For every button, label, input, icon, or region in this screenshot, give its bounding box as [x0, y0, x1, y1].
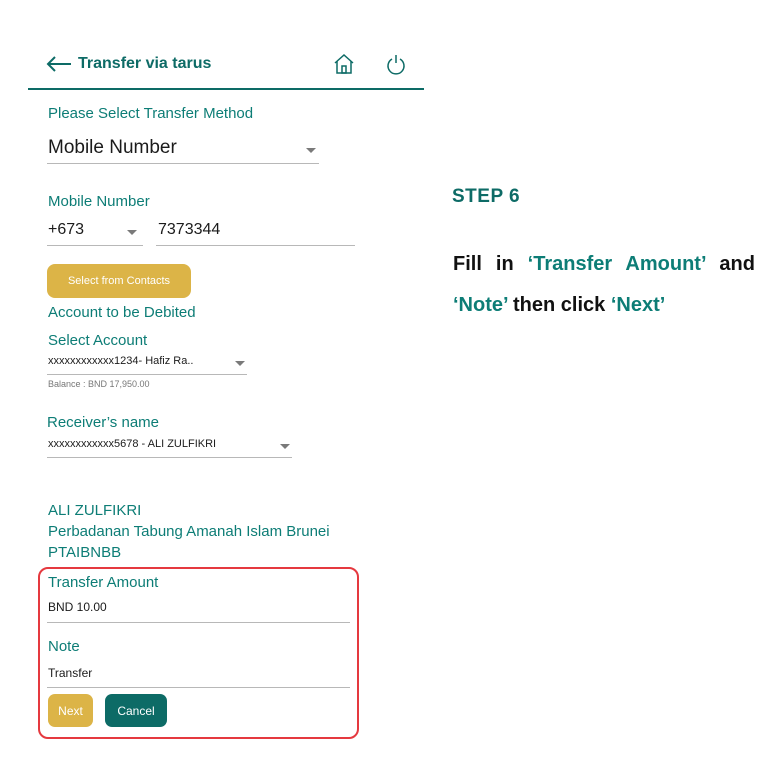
chevron-down-icon — [127, 230, 137, 235]
mobile-number-input[interactable]: 7373344 — [156, 218, 355, 246]
mobile-number-value: 7373344 — [158, 221, 221, 238]
receiver-info-code: PTAIBNBB — [48, 544, 122, 561]
back-arrow-icon[interactable] — [46, 56, 72, 72]
page-title: Transfer via tarus — [78, 55, 212, 72]
account-select[interactable]: xxxxxxxxxxxx1234- Hafiz Ra.. — [47, 352, 247, 375]
transfer-amount-value: BND 10.00 — [48, 600, 107, 614]
receiver-select[interactable]: xxxxxxxxxxxx5678 - ALI ZULFIKRI — [47, 435, 292, 458]
receiver-info-name: ALI ZULFIKRI — [48, 502, 142, 519]
country-code-select[interactable]: +673 — [47, 218, 143, 246]
chevron-down-icon — [235, 361, 245, 366]
step-highlight: ‘Note’ — [453, 294, 508, 316]
note-label: Note — [48, 638, 80, 655]
transfer-method-value: Mobile Number — [48, 137, 177, 158]
chevron-down-icon — [306, 148, 316, 153]
transfer-method-select[interactable]: Mobile Number — [47, 136, 319, 164]
next-button[interactable]: Next — [48, 694, 93, 727]
mobile-number-label: Mobile Number — [48, 193, 150, 210]
header-divider — [28, 88, 424, 90]
country-code-value: +673 — [48, 221, 85, 238]
step-text: then click — [507, 294, 611, 316]
transfer-method-label: Please Select Transfer Method — [48, 105, 254, 122]
step-text: Fill in — [453, 253, 528, 275]
account-balance: Balance : BND 17,950.00 — [48, 379, 150, 389]
select-from-contacts-button[interactable]: Select from Contacts — [47, 264, 191, 298]
receiver-name-label: Receiver’s name — [47, 414, 159, 431]
step-title: STEP 6 — [452, 186, 521, 207]
step-highlight: ‘Next’ — [610, 294, 666, 316]
receiver-info-bank: Perbadanan Tabung Amanah Islam Brunei — [48, 523, 330, 540]
debit-section-label: Account to be Debited — [48, 304, 196, 321]
step-instructions: Fill in ‘Transfer Amount’ and ‘Note’ the… — [453, 244, 755, 326]
step-highlight: ‘Transfer Amount’ — [527, 253, 706, 275]
home-icon[interactable] — [333, 53, 355, 75]
chevron-down-icon — [280, 444, 290, 449]
transfer-amount-input[interactable]: BND 10.00 — [47, 598, 350, 623]
receiver-value: xxxxxxxxxxxx5678 - ALI ZULFIKRI — [48, 438, 217, 450]
note-value: Transfer — [48, 666, 93, 680]
transfer-amount-label: Transfer Amount — [48, 574, 159, 591]
cancel-button[interactable]: Cancel — [105, 694, 167, 727]
select-account-label: Select Account — [48, 332, 148, 349]
account-value: xxxxxxxxxxxx1234- Hafiz Ra.. — [48, 355, 194, 367]
note-input[interactable]: Transfer — [47, 663, 350, 688]
power-icon[interactable] — [386, 53, 406, 75]
step-text: and — [705, 253, 755, 275]
